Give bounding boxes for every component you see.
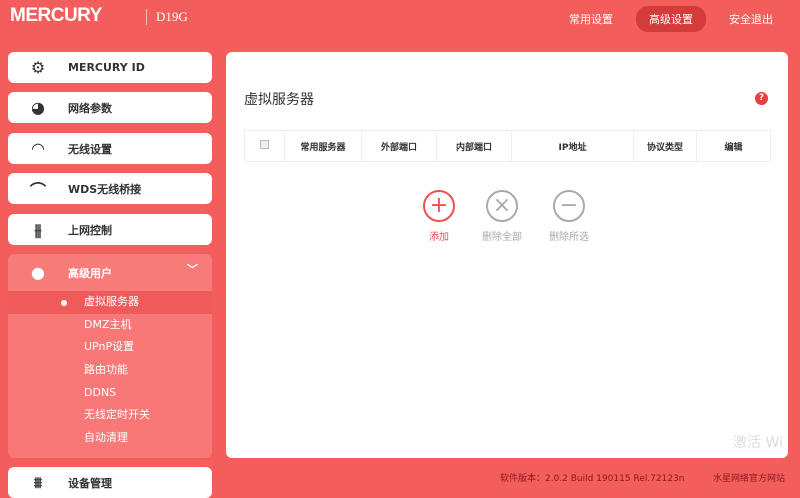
help-icon[interactable]: ?: [755, 92, 768, 105]
select-all-checkbox[interactable]: [260, 140, 269, 149]
sliders-icon: ⫵: [34, 219, 42, 239]
column-header: 常用服务器: [284, 130, 362, 162]
plus-icon: +: [423, 190, 455, 222]
gear-icon: ⚙: [30, 58, 46, 77]
submenu-dmz[interactable]: DMZ主机: [8, 314, 212, 337]
main-panel: 虚拟服务器 ? 常用服务器 外部端口 内部端口 IP地址 协议类型 编辑 + 添加…: [226, 52, 788, 458]
nav-advanced-settings[interactable]: 高级设置: [636, 6, 706, 32]
router-icon: ⩩: [33, 472, 43, 492]
sidebar-item-label: 上网控制: [68, 223, 112, 237]
sidebar-item-label: 高级用户: [68, 266, 112, 280]
bridge-icon: ⌒: [29, 180, 46, 200]
divider: [146, 9, 147, 25]
minus-icon: −: [553, 190, 585, 222]
sidebar-item-advanced-user[interactable]: ● 高级用户 ﹀: [8, 254, 212, 291]
top-nav: 常用设置 高级设置 安全退出: [556, 6, 786, 32]
submenu-routing[interactable]: 路由功能: [8, 359, 212, 382]
sidebar-item-device-management[interactable]: ⩩ 设备管理: [8, 467, 212, 498]
submenu-upnp[interactable]: UPnP设置: [8, 336, 212, 359]
nav-logout[interactable]: 安全退出: [716, 6, 786, 32]
nav-common-settings[interactable]: 常用设置: [556, 6, 626, 32]
sidebar-item-label: 设备管理: [68, 476, 112, 490]
delete-selected-label: 删除所选: [549, 232, 589, 243]
wifi-icon: ◠: [31, 139, 45, 158]
sidebar-item-label: 网络参数: [68, 101, 112, 115]
sidebar-item-wireless[interactable]: ◠ 无线设置: [8, 133, 212, 164]
select-all-header: [244, 130, 285, 162]
windows-activation-watermark: 激活 Wi: [733, 435, 783, 451]
globe-icon: ◕: [31, 98, 45, 117]
add-button[interactable]: + 添加: [404, 190, 474, 243]
submenu-ddns[interactable]: DDNS: [8, 382, 212, 405]
official-site-link[interactable]: 水星网络官方网站: [713, 471, 785, 484]
column-header: 内部端口: [436, 130, 512, 162]
delete-all-label: 删除全部: [482, 232, 522, 243]
chevron-down-icon: ﹀: [187, 263, 198, 276]
column-header: IP地址: [511, 130, 634, 162]
submenu-wireless-schedule[interactable]: 无线定时开关: [8, 404, 212, 427]
delete-selected-button[interactable]: − 删除所选: [534, 190, 604, 243]
column-header: 外部端口: [361, 130, 437, 162]
add-label: 添加: [429, 232, 449, 243]
page-title: 虚拟服务器: [244, 92, 314, 108]
sidebar-item-access-control[interactable]: ⫵ 上网控制: [8, 214, 212, 245]
submenu: 虚拟服务器 DMZ主机 UPnP设置 路由功能 DDNS 无线定时开关 自动清理: [8, 291, 212, 458]
delete-all-button[interactable]: × 删除全部: [467, 190, 537, 243]
virtual-server-table: 常用服务器 外部端口 内部端口 IP地址 协议类型 编辑: [244, 130, 771, 162]
mercury-logo: MERCURY: [10, 5, 102, 26]
model-name: D19G: [156, 9, 188, 24]
column-header: 协议类型: [633, 130, 697, 162]
submenu-auto-clean[interactable]: 自动清理: [8, 427, 212, 450]
software-version: 软件版本：2.0.2 Build 190115 Rel.72123n: [500, 474, 685, 484]
sidebar-item-label: MERCURY ID: [68, 61, 145, 74]
sidebar-item-network[interactable]: ◕ 网络参数: [8, 92, 212, 123]
column-header: 编辑: [696, 130, 771, 162]
submenu-virtual-server[interactable]: 虚拟服务器: [8, 291, 212, 314]
sidebar-item-mercury-id[interactable]: ⚙ MERCURY ID: [8, 52, 212, 83]
sidebar-item-wds[interactable]: ⌒ WDS无线桥接: [8, 173, 212, 204]
user-icon: ●: [31, 263, 45, 282]
sidebar-item-label: WDS无线桥接: [68, 182, 142, 196]
close-icon: ×: [486, 190, 518, 222]
sidebar-item-label: 无线设置: [68, 142, 112, 156]
